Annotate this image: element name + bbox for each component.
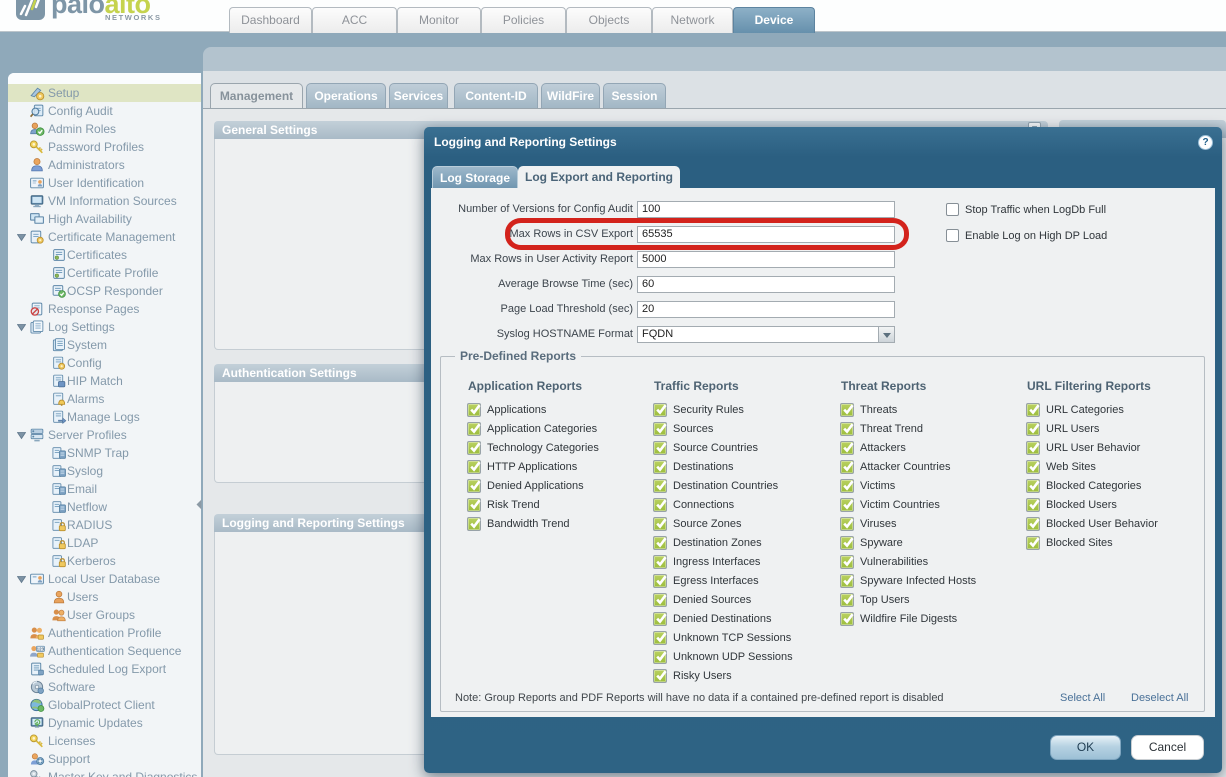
svg-text:123: 123	[37, 646, 45, 651]
